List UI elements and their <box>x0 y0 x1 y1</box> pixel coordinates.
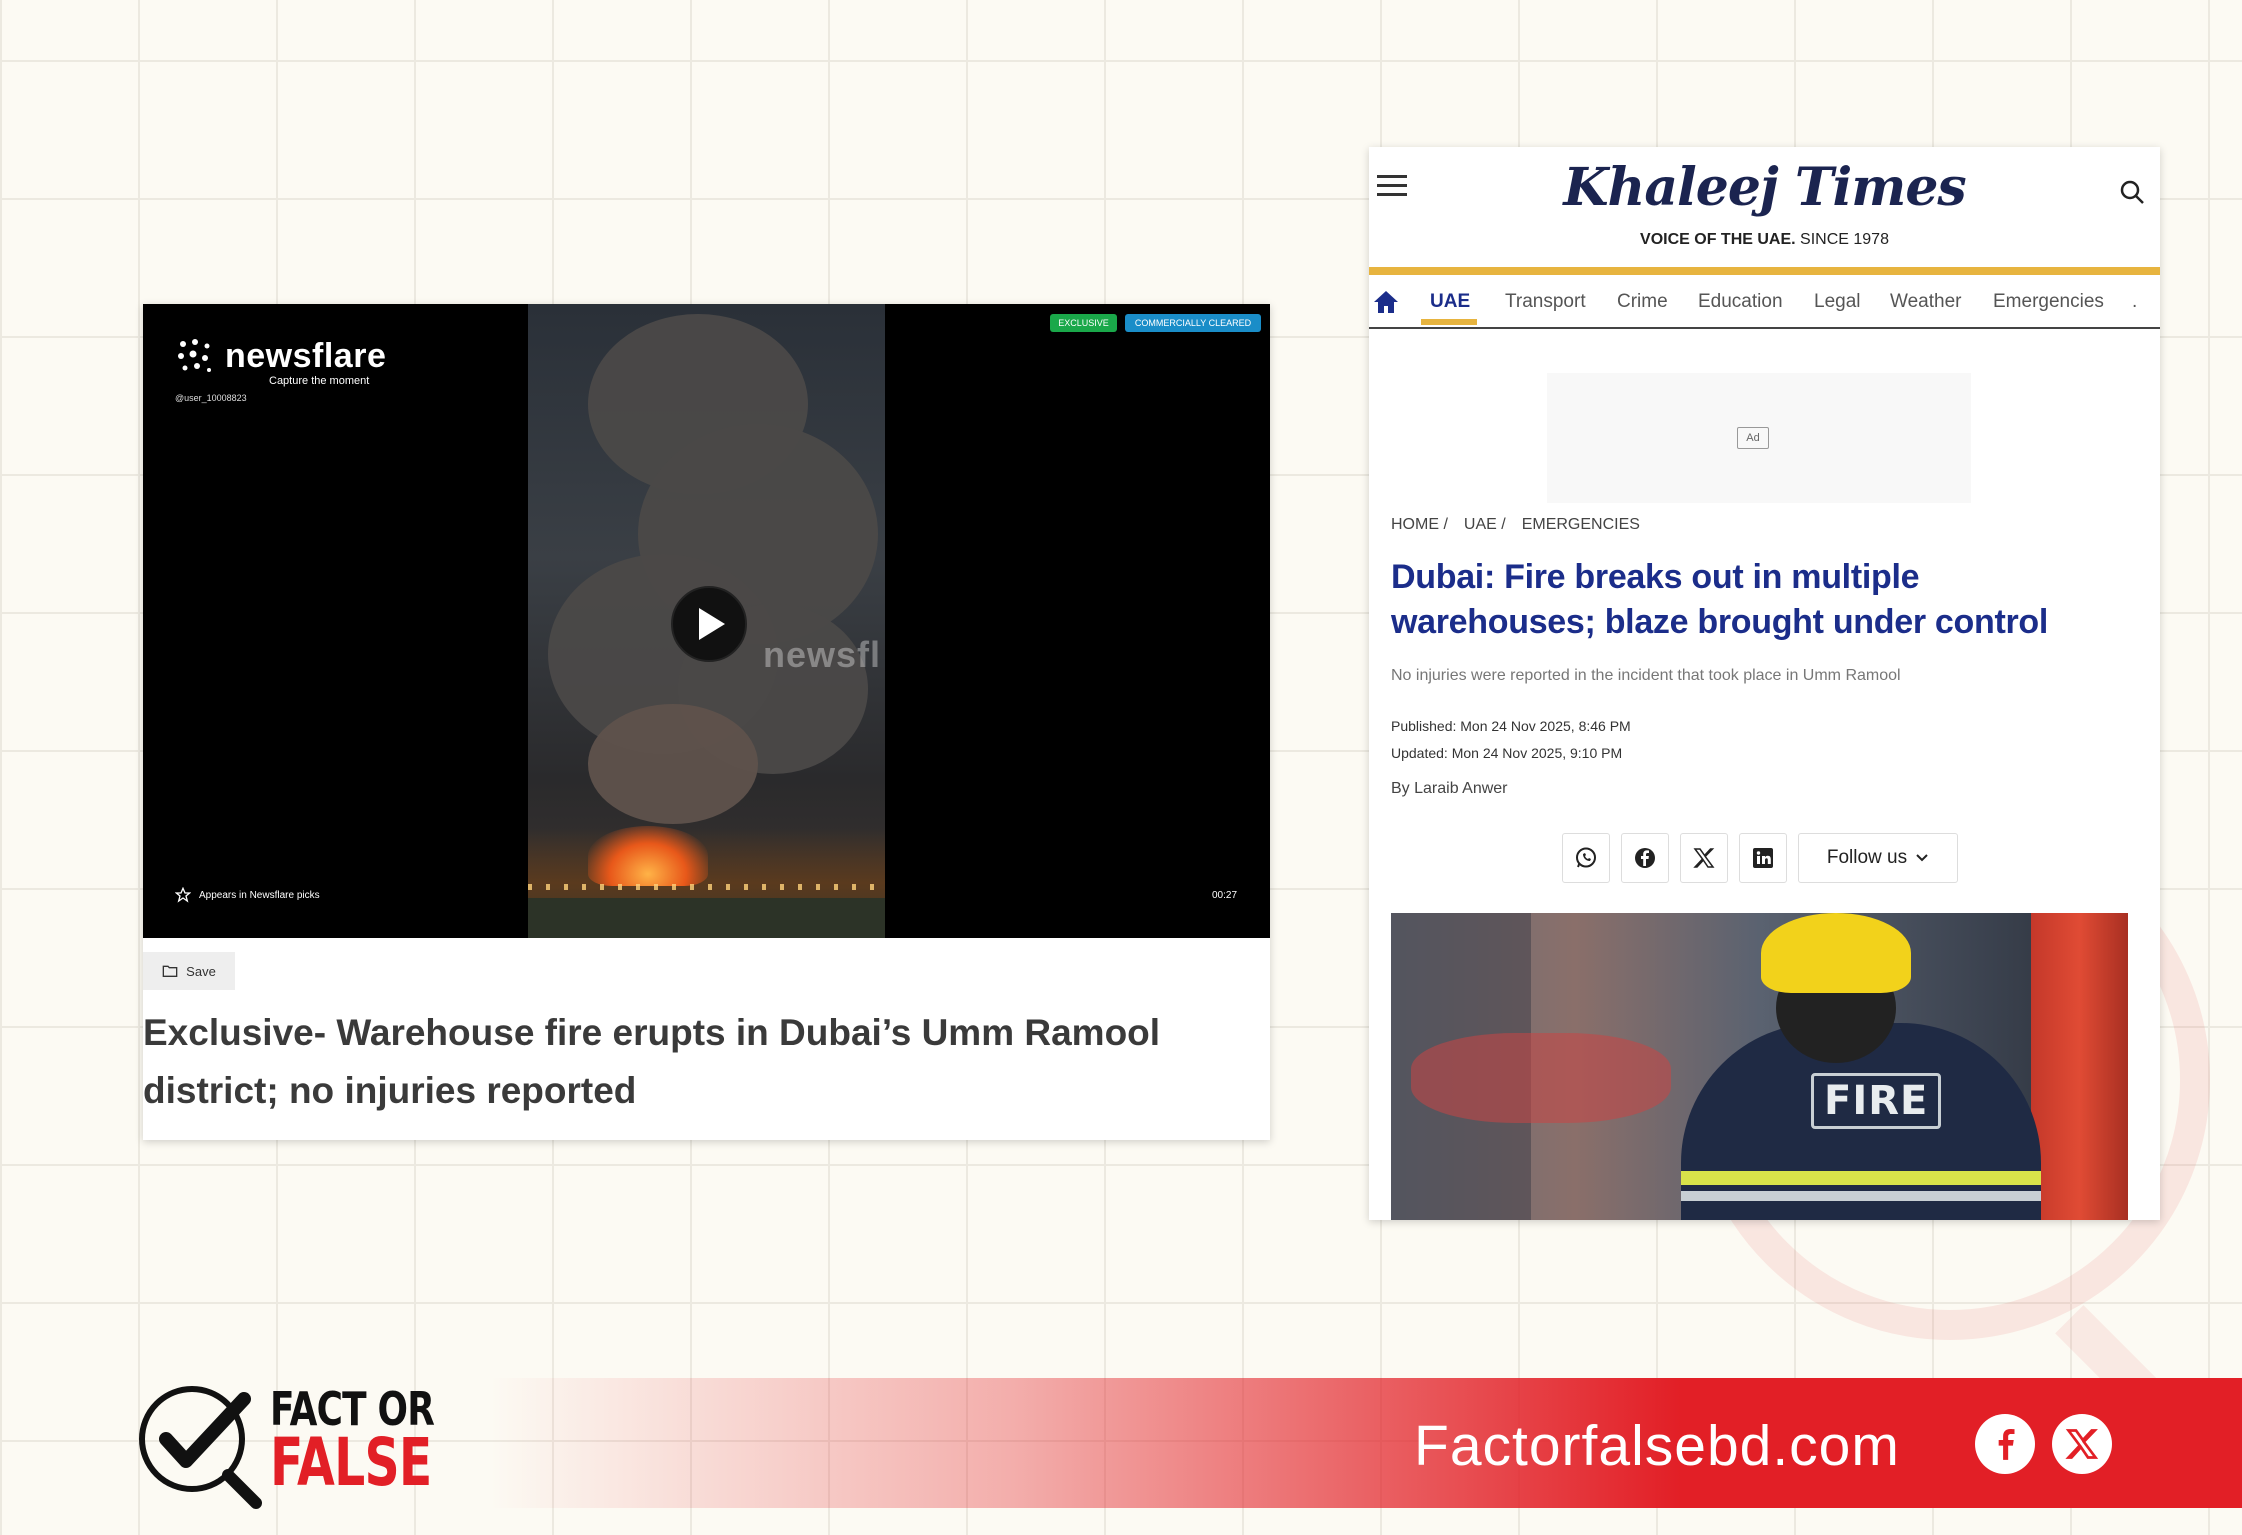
share-whatsapp-button[interactable] <box>1562 833 1610 883</box>
nav-education[interactable]: Education <box>1698 291 1783 313</box>
newsflare-logo: newsflare <box>175 336 386 376</box>
chevron-down-icon <box>1916 854 1928 862</box>
facebook-icon <box>1998 1428 2015 1460</box>
breadcrumb: HOME / UAE / EMERGENCIES <box>1391 516 1640 534</box>
facebook-icon <box>1635 848 1655 868</box>
ad-slot[interactable]: Ad <box>1547 373 1971 503</box>
video-player[interactable]: newsfl newsflare Capture the moment @use… <box>143 304 1270 938</box>
breadcrumb-emergencies[interactable]: EMERGENCIES <box>1522 516 1640 534</box>
website-url[interactable]: Factorfalsebd.com <box>1414 1413 1900 1479</box>
x-icon <box>2065 1429 2099 1459</box>
commercially-cleared-badge: COMMERCIALLY CLEARED <box>1125 314 1261 332</box>
khaleej-times-card: Khaleej Times VOICE OF THE UAE. SINCE 19… <box>1369 147 2160 1220</box>
published-date: Published: Mon 24 Nov 2025, 8:46 PM <box>1391 718 1631 734</box>
exclusive-badge: EXCLUSIVE <box>1050 314 1117 332</box>
save-button[interactable]: Save <box>143 952 235 990</box>
nav-legal[interactable]: Legal <box>1814 291 1861 313</box>
magnifier-check-icon <box>139 1386 262 1509</box>
video-title: Exclusive- Warehouse fire erupts in Duba… <box>143 1012 1161 1111</box>
x-icon <box>1693 848 1715 868</box>
khaleej-times-tagline: VOICE OF THE UAE. SINCE 1978 <box>1369 231 2160 249</box>
tagline-bold: VOICE OF THE UAE. <box>1640 231 1796 248</box>
article-photo-firefighter: FIRE <box>1391 913 2128 1220</box>
picks-label: Appears in Newsflare picks <box>199 889 320 901</box>
section-nav: UAE Transport Crime Education Legal Weat… <box>1369 275 2160 329</box>
fire-jacket-text: FIRE <box>1811 1073 1942 1129</box>
article-byline[interactable]: By Laraib Anwer <box>1391 780 1508 798</box>
active-tab-indicator <box>1421 319 1477 325</box>
khaleej-times-logo[interactable]: Khaleej Times <box>1369 157 2160 218</box>
linkedin-icon <box>1753 848 1773 868</box>
share-linkedin-button[interactable] <box>1739 833 1787 883</box>
newsflare-picks[interactable]: Appears in Newsflare picks <box>175 887 320 903</box>
nav-weather[interactable]: Weather <box>1890 291 1961 313</box>
search-icon[interactable] <box>2119 179 2145 205</box>
footer-x-button[interactable] <box>2052 1414 2112 1474</box>
ad-label: Ad <box>1737 427 1769 449</box>
breadcrumb-uae[interactable]: UAE / <box>1464 516 1506 534</box>
newsflare-brand: newsflare <box>225 336 387 375</box>
breadcrumb-home[interactable]: HOME / <box>1391 516 1448 534</box>
article-headline: Dubai: Fire breaks out in multiple wareh… <box>1391 558 2049 641</box>
article-subheadline: No injuries were reported in the inciden… <box>1391 667 1901 684</box>
newsflare-dots-icon <box>175 336 215 376</box>
nav-crime[interactable]: Crime <box>1617 291 1668 313</box>
save-label: Save <box>186 963 216 979</box>
uploader-handle[interactable]: @user_10008823 <box>175 393 247 403</box>
folder-icon <box>162 965 178 977</box>
tagline-rest: SINCE 1978 <box>1795 231 1889 248</box>
nav-uae[interactable]: UAE <box>1430 291 1470 313</box>
article-dates: Published: Mon 24 Nov 2025, 8:46 PM Upda… <box>1391 713 1631 767</box>
home-icon[interactable] <box>1372 289 1400 315</box>
follow-us-label: Follow us <box>1826 847 1908 868</box>
play-icon <box>699 608 725 640</box>
video-watermark: newsfl <box>763 634 882 675</box>
newsflare-tagline: Capture the moment <box>269 375 370 387</box>
follow-us-dropdown[interactable]: Follow us <box>1798 833 1958 883</box>
play-button[interactable] <box>671 586 747 662</box>
star-icon <box>175 887 191 903</box>
nav-more[interactable]: . <box>2132 291 2137 313</box>
share-facebook-button[interactable] <box>1621 833 1669 883</box>
newsflare-card: newsfl newsflare Capture the moment @use… <box>143 304 1270 1140</box>
nav-emergencies[interactable]: Emergencies <box>1993 291 2104 313</box>
nav-transport[interactable]: Transport <box>1505 291 1586 313</box>
video-duration: 00:27 <box>1212 890 1238 901</box>
accent-bar <box>1369 267 2160 275</box>
logo-text-false: FALSE <box>270 1424 432 1501</box>
footer-facebook-button[interactable] <box>1975 1414 2035 1474</box>
whatsapp-icon <box>1576 847 1596 868</box>
updated-date: Updated: Mon 24 Nov 2025, 9:10 PM <box>1391 745 1623 761</box>
share-x-button[interactable] <box>1680 833 1728 883</box>
